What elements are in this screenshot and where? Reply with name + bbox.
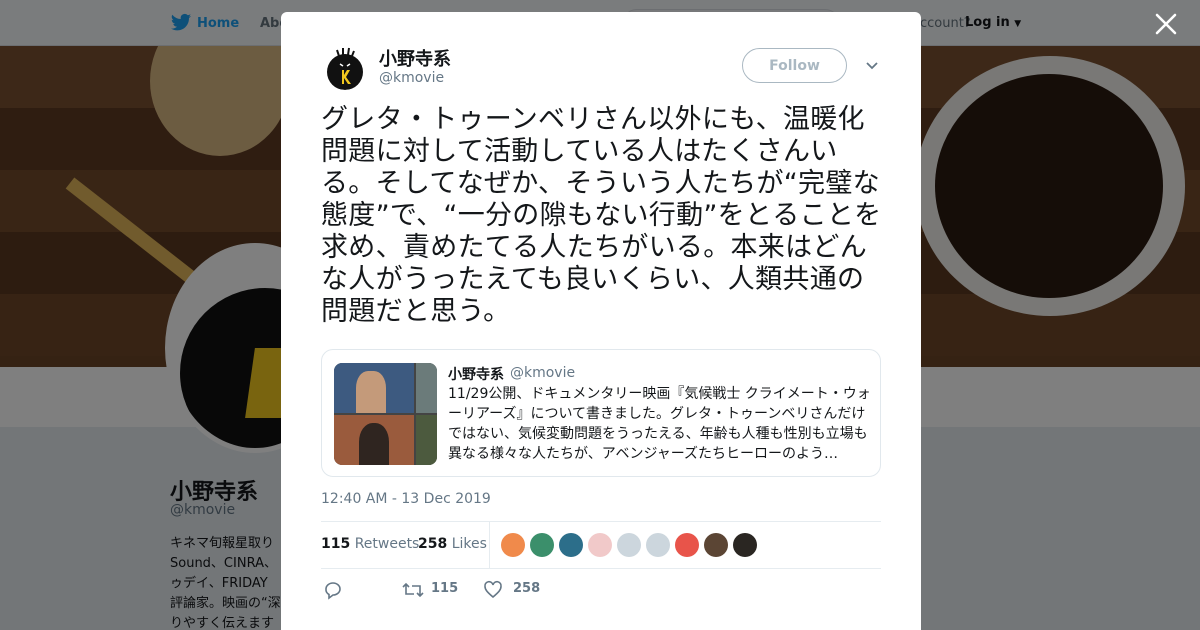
author-avatar[interactable] xyxy=(323,46,367,90)
retweets-label: Retweets xyxy=(354,536,420,552)
retweet-icon xyxy=(402,582,424,598)
liker-avatar[interactable] xyxy=(675,533,699,557)
quoted-tweet-card[interactable]: 小野寺系 @kmovie 11/29公開、ドキュメンタリー映画『気候戦士 クライ… xyxy=(321,349,881,477)
author-name[interactable]: 小野寺系 xyxy=(379,45,451,71)
author-handle[interactable]: @kmovie xyxy=(379,70,444,86)
retweets-stat[interactable]: 115 Retweets xyxy=(321,536,419,552)
thumbnail-person xyxy=(356,371,386,413)
reply-button[interactable] xyxy=(323,580,345,600)
reply-icon xyxy=(325,582,341,600)
retweet-count: 115 xyxy=(431,581,459,596)
tweet-actions: 115 258 xyxy=(321,578,881,602)
stats-divider xyxy=(489,522,490,569)
quoted-tweet-thumbnail xyxy=(334,363,437,465)
retweet-button[interactable]: 115 xyxy=(401,580,481,600)
close-icon[interactable] xyxy=(1152,10,1180,38)
chevron-down-icon[interactable] xyxy=(865,60,879,72)
like-button[interactable]: 258 xyxy=(483,580,563,600)
avatar-image xyxy=(327,47,363,90)
liker-avatar[interactable] xyxy=(617,533,641,557)
liker-avatar[interactable] xyxy=(559,533,583,557)
quoted-author-handle: @kmovie xyxy=(510,365,576,381)
liker-avatar[interactable] xyxy=(704,533,728,557)
tweet-text: グレタ・トゥーンベリさん以外にも、温暖化問題に対して活動している人はたくさんいる… xyxy=(321,104,882,327)
liker-avatar[interactable] xyxy=(588,533,612,557)
liker-avatar[interactable] xyxy=(646,533,670,557)
retweets-count: 115 xyxy=(321,536,351,552)
tweet-stats: 115 Retweets 258 Likes xyxy=(321,521,881,569)
likes-stat[interactable]: 258 Likes xyxy=(418,536,487,552)
quoted-author-name: 小野寺系 xyxy=(448,367,504,383)
like-count: 258 xyxy=(513,581,541,596)
quoted-tweet-text: 11/29公開、ドキュメンタリー映画『気候戦士 クライメート・ウォーリアーズ』に… xyxy=(448,386,871,462)
likes-label: Likes xyxy=(451,536,487,552)
tweet-modal: 小野寺系 @kmovie Follow グレタ・トゥーンベリさん以外にも、温暖化… xyxy=(281,12,921,630)
liker-avatar[interactable] xyxy=(501,533,525,557)
heart-icon xyxy=(484,580,502,599)
thumbnail-photo xyxy=(416,363,437,413)
thumbnail-person xyxy=(359,423,389,465)
liker-avatar[interactable] xyxy=(530,533,554,557)
thumbnail-photo xyxy=(416,415,437,465)
tweet-timestamp[interactable]: 12:40 AM - 13 Dec 2019 xyxy=(321,491,491,507)
liker-avatar[interactable] xyxy=(733,533,757,557)
follow-button[interactable]: Follow xyxy=(742,48,847,83)
likes-count: 258 xyxy=(418,536,448,552)
